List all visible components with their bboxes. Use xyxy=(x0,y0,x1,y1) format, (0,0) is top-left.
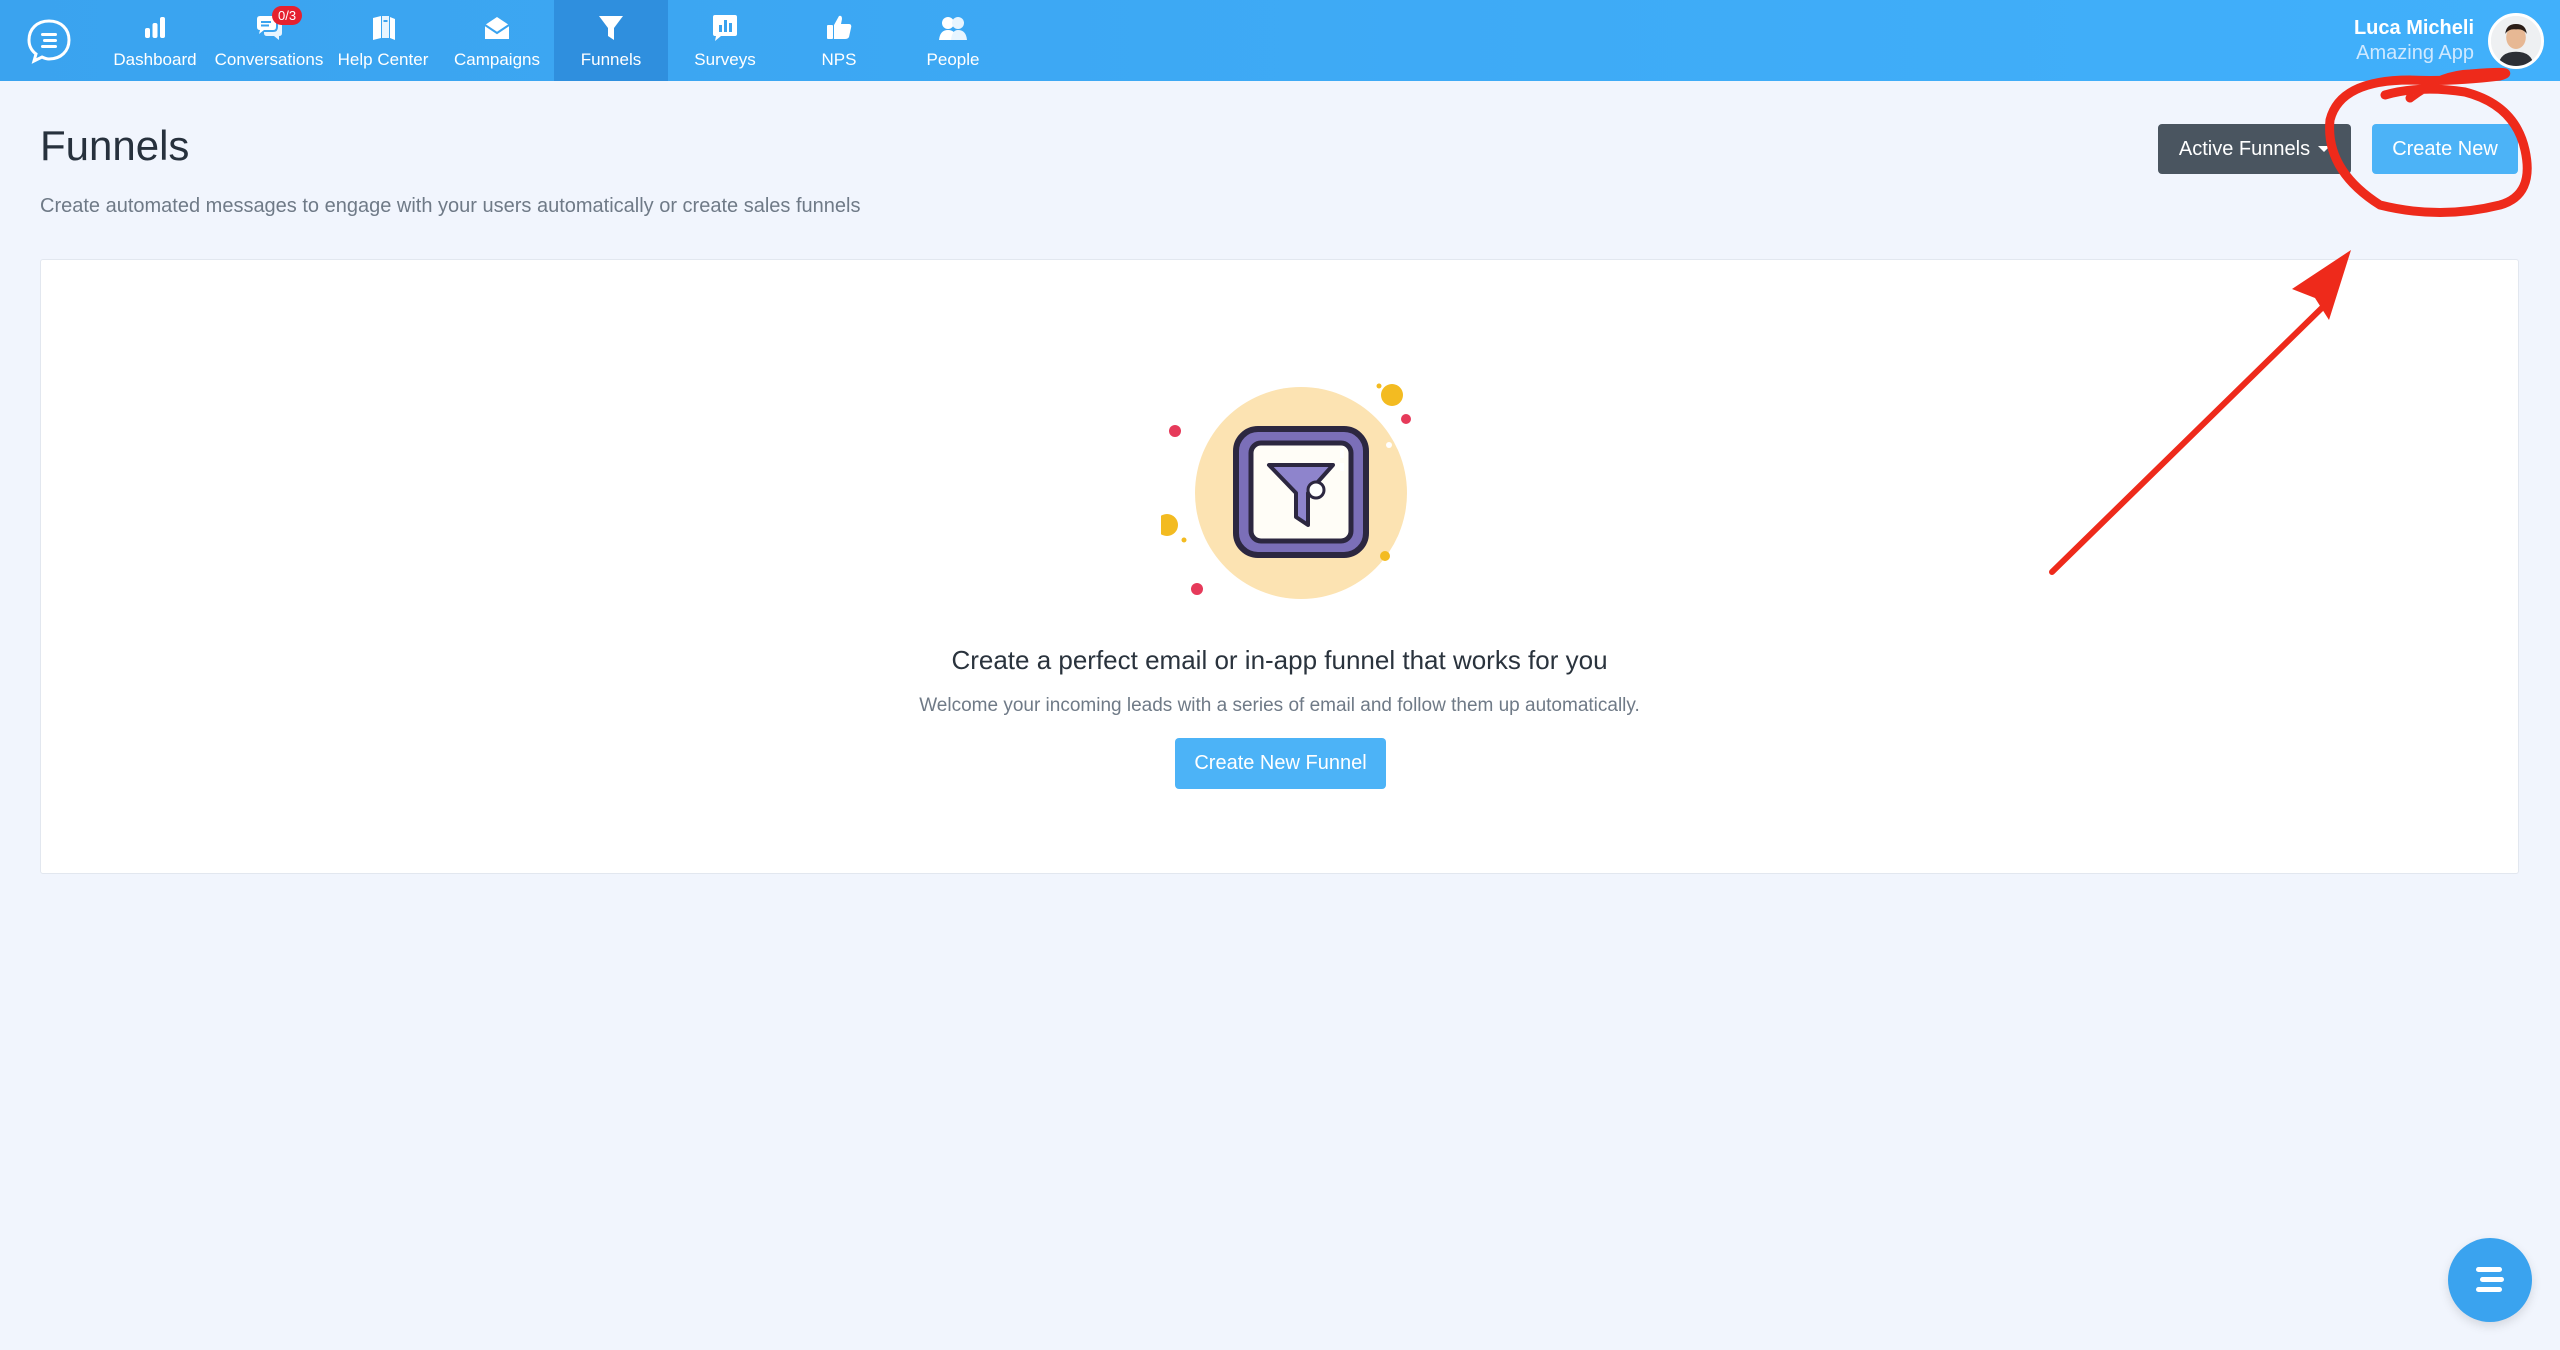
nav-item-nps[interactable]: NPS xyxy=(782,0,896,81)
active-funnels-label: Active Funnels xyxy=(2178,137,2311,160)
nav-label: Campaigns xyxy=(454,50,540,69)
nav-label: NPS xyxy=(821,50,857,69)
user-name: Luca Micheli xyxy=(2353,16,2474,39)
nav-label: Conversations xyxy=(214,50,324,69)
funnel-icon xyxy=(599,16,623,40)
nav-label: Dashboard xyxy=(113,50,197,69)
empty-state-card: Create a perfect email or in-app funnel … xyxy=(40,259,2519,874)
nav-item-surveys[interactable]: Surveys xyxy=(668,0,782,81)
nav-item-conversations[interactable]: Conversations 0/3 xyxy=(212,0,326,81)
bar-chart-icon xyxy=(145,17,165,38)
nav-item-dashboard[interactable]: Dashboard xyxy=(98,0,212,81)
app-logo[interactable] xyxy=(0,0,98,81)
nav-label: Help Center xyxy=(337,50,429,69)
chat-logo-icon xyxy=(27,18,71,64)
page-title: Funnels xyxy=(40,122,190,169)
unread-badge: 0/3 xyxy=(272,6,303,25)
avatar[interactable] xyxy=(2488,12,2544,69)
chat-widget-icon xyxy=(2450,1240,2530,1320)
funnel-illustration-icon xyxy=(1161,383,1411,599)
main-nav: Dashboard Conversations 0/3 Help Center … xyxy=(98,0,1010,81)
empty-state-description: Welcome your incoming leads with a serie… xyxy=(919,695,1640,716)
user-avatar-icon xyxy=(2491,15,2541,66)
nav-item-funnels[interactable]: Funnels xyxy=(554,0,668,81)
caret-down-icon xyxy=(2318,146,2331,152)
nav-label: Surveys xyxy=(694,50,756,69)
envelope-icon xyxy=(484,17,510,39)
create-new-button[interactable]: Create New xyxy=(2372,124,2518,174)
empty-state-title: Create a perfect email or in-app funnel … xyxy=(951,645,1608,675)
nav-item-campaigns[interactable]: Campaigns xyxy=(440,0,554,81)
app-name: Amazing App xyxy=(2356,41,2474,64)
books-icon xyxy=(373,16,395,40)
nav-item-people[interactable]: People xyxy=(896,0,1010,81)
people-icon xyxy=(939,17,967,40)
chat-launcher-button[interactable] xyxy=(2448,1238,2532,1322)
thumbs-up-icon xyxy=(827,15,852,40)
top-navigation-bar: Dashboard Conversations 0/3 Help Center … xyxy=(0,0,2560,81)
page-subtitle: Create automated messages to engage with… xyxy=(40,195,861,217)
nav-label: Funnels xyxy=(580,50,642,69)
active-funnels-dropdown[interactable]: Active Funnels xyxy=(2158,124,2351,174)
nav-label: People xyxy=(926,50,980,69)
create-new-funnel-button[interactable]: Create New Funnel xyxy=(1175,738,1386,789)
nav-item-help-center[interactable]: Help Center xyxy=(326,0,440,81)
user-menu[interactable]: Luca Micheli Amazing App xyxy=(2354,0,2560,81)
survey-chart-icon xyxy=(713,15,737,41)
